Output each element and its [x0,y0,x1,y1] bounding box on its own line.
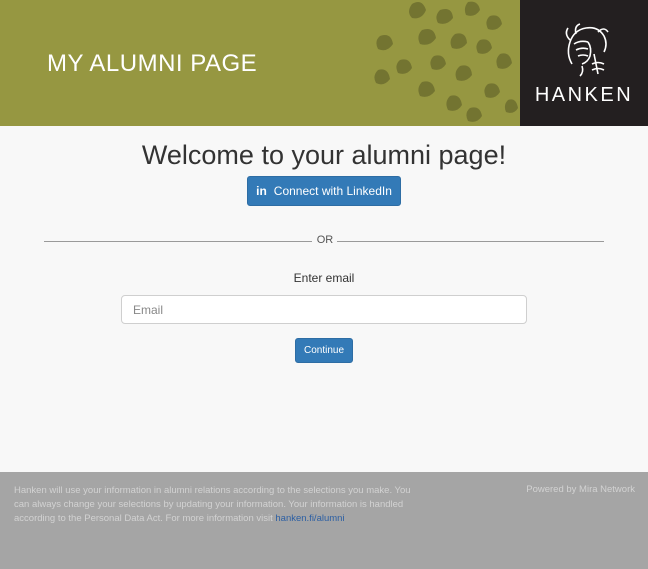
hermes-head-icon [565,23,609,77]
welcome-heading: Welcome to your alumni page! [141,140,507,170]
divider-left [44,241,312,242]
header-banner: MY ALUMNI PAGE HANKEN [0,0,648,126]
page-title: MY ALUMNI PAGE [47,50,258,77]
connect-linkedin-button[interactable]: in Connect with LinkedIn [247,176,401,206]
logo-text: HANKEN [534,84,634,106]
footer: Hanken will use your information in alum… [0,472,648,569]
continue-button[interactable]: Continue [295,338,353,363]
or-separator: OR [316,234,334,246]
linkedin-icon: in [256,184,267,198]
email-label: Enter email [293,271,355,285]
divider-right [337,241,604,242]
footer-alumni-link[interactable]: hanken.fi/alumni [275,513,344,524]
email-input[interactable] [121,295,527,324]
hanken-logo[interactable]: HANKEN [520,0,648,126]
footer-privacy-body: Hanken will use your information in alum… [14,485,411,524]
leaves-decoration [374,1,518,122]
linkedin-button-label: Connect with LinkedIn [273,184,392,198]
powered-by-text: Powered by Mira Network [526,484,635,495]
footer-privacy-text: Hanken will use your information in alum… [14,484,414,526]
